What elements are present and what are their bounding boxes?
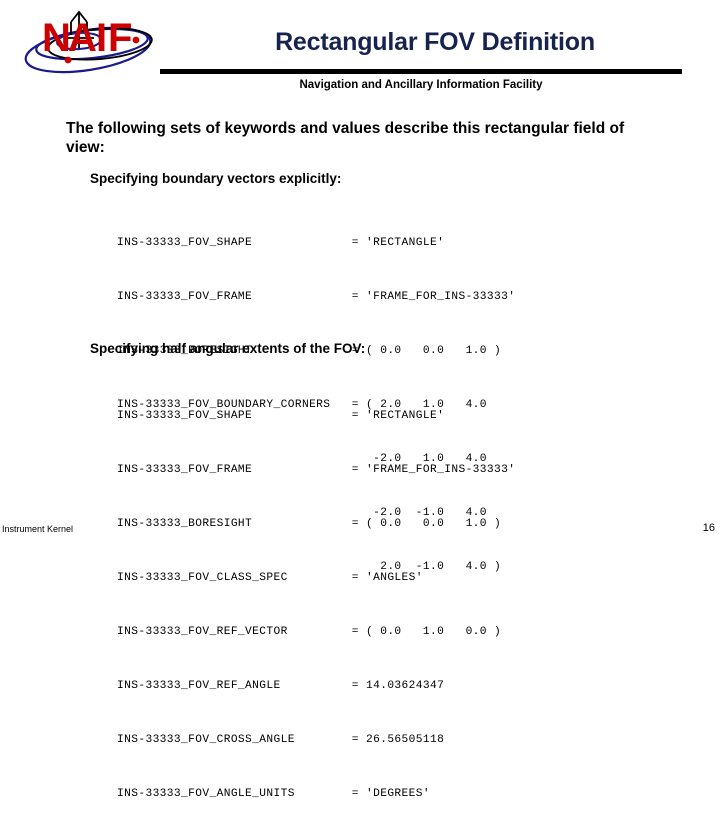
- code-line: INS-33333_FOV_SHAPE = 'RECTANGLE': [117, 237, 445, 249]
- code-line: INS-33333_FOV_SHAPE = 'RECTANGLE': [117, 410, 445, 422]
- code-line: INS-33333_FOV_CLASS_SPEC = 'ANGLES': [117, 572, 423, 584]
- svg-text:N: N: [42, 16, 71, 60]
- code-block-angular-extents: INS-33333_FOV_SHAPE = 'RECTANGLE' INS-33…: [117, 371, 515, 821]
- footer-label: Instrument Kernel: [2, 524, 74, 534]
- header-divider: [160, 69, 682, 74]
- naif-logo: N A I F: [22, 8, 170, 78]
- section-heading-boundary-vectors: Specifying boundary vectors explicitly:: [90, 171, 342, 186]
- code-line: INS-33333_FOV_REF_ANGLE = 14.03624347: [117, 680, 445, 692]
- section-heading-angular-extents: Specifying half angular extents of the F…: [90, 341, 366, 356]
- code-line: INS-33333_FOV_CROSS_ANGLE = 26.56505118: [117, 734, 445, 746]
- code-line: INS-33333_FOV_REF_VECTOR = ( 0.0 1.0 0.0…: [117, 626, 502, 638]
- svg-text:F: F: [108, 16, 132, 60]
- code-line: INS-33333_FOV_FRAME = 'FRAME_FOR_INS-333…: [117, 291, 516, 303]
- code-line: INS-33333_FOV_FRAME = 'FRAME_FOR_INS-333…: [117, 464, 516, 476]
- header-subtitle: Navigation and Ancillary Information Fac…: [299, 79, 543, 91]
- page-number: 16: [702, 522, 715, 534]
- intro-paragraph: The following sets of keywords and value…: [66, 120, 625, 156]
- code-line: INS-33333_FOV_ANGLE_UNITS = 'DEGREES': [117, 788, 430, 800]
- svg-text:I: I: [96, 16, 107, 60]
- slide-header: N A I F Rectangular FOV Definition Navig…: [0, 0, 721, 100]
- code-line: INS-33333_BORESIGHT = ( 0.0 0.0 1.0 ): [117, 518, 502, 530]
- page-title: Rectangular FOV Definition: [275, 28, 595, 56]
- svg-text:A: A: [68, 16, 97, 60]
